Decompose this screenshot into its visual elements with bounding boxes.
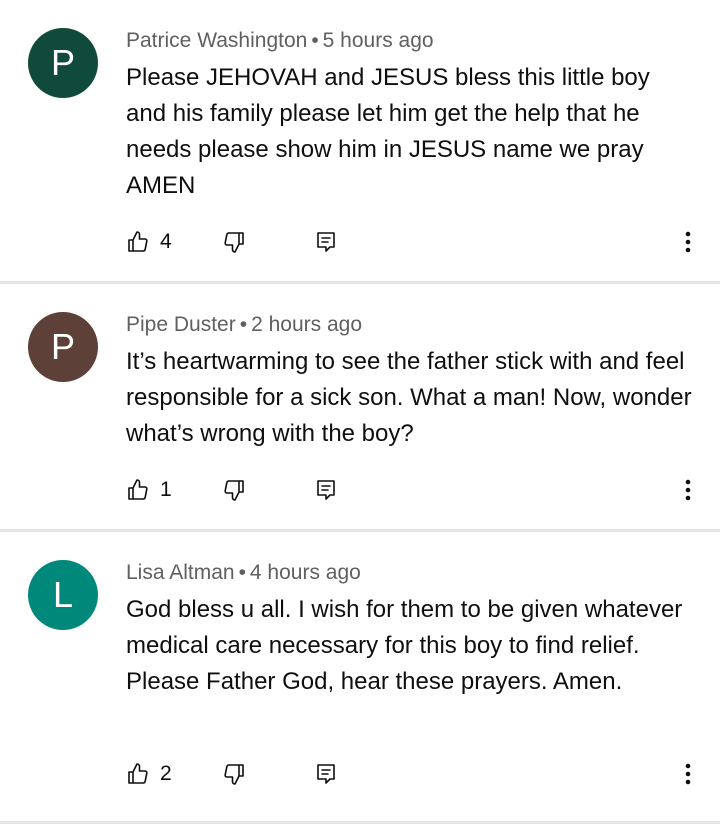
thumbs-down-icon [222, 762, 246, 786]
thumbs-up-icon [126, 762, 150, 786]
like-count: 4 [160, 230, 172, 253]
thumbs-down-icon [222, 230, 246, 254]
like-button[interactable]: 2 [126, 754, 172, 794]
like-button[interactable]: 4 [126, 222, 172, 262]
comment-text: It’s heartwarming to see the father stic… [126, 348, 692, 447]
comment-item: P Pipe Duster • 2 hours ago It’s heartwarm… [0, 284, 720, 532]
comment-author[interactable]: Pipe Duster [126, 313, 236, 336]
comment-text: Please JEHOVAH and JESUS bless this litt… [126, 64, 650, 199]
comment-time: 4 hours ago [249, 561, 361, 584]
avatar[interactable]: L [28, 560, 98, 630]
comment-item: L Lisa Altman • 4 hours ago God bless u al… [0, 532, 720, 824]
comment-meta: Pipe Duster • 2 hours ago [126, 312, 696, 338]
comment-meta: Patrice Washington • 5 hours ago [126, 28, 696, 54]
like-count: 2 [160, 762, 172, 785]
avatar[interactable]: P [28, 312, 98, 382]
reply-icon [314, 478, 338, 502]
comment-time: 5 hours ago [322, 29, 434, 52]
reply-icon [314, 762, 338, 786]
avatar[interactable]: P [28, 28, 98, 98]
dislike-button[interactable] [222, 754, 246, 794]
like-count: 1 [160, 478, 172, 501]
meta-separator: • [239, 313, 248, 336]
comment-time: 2 hours ago [251, 313, 362, 336]
more-vert-icon[interactable] [668, 470, 708, 510]
more-vert-icon[interactable] [668, 222, 708, 262]
thumbs-up-icon [126, 230, 150, 254]
reply-button[interactable] [314, 222, 338, 262]
avatar-letter: L [52, 574, 74, 615]
avatar-letter: P [50, 326, 75, 367]
reply-button[interactable] [314, 470, 338, 510]
comment-author[interactable]: Lisa Altman [126, 561, 235, 584]
more-vert-icon[interactable] [668, 754, 708, 794]
like-button[interactable]: 1 [126, 470, 172, 510]
comment-item: P Patrice Washington • 5 hours ago Please … [0, 0, 720, 284]
reply-button[interactable] [314, 754, 338, 794]
reply-icon [314, 230, 338, 254]
meta-separator: • [238, 561, 246, 584]
dislike-button[interactable] [222, 222, 246, 262]
thumbs-down-icon [222, 478, 246, 502]
comment-text: God bless u all. I wish for them to be g… [126, 596, 683, 695]
meta-separator: • [311, 29, 319, 52]
dislike-button[interactable] [222, 470, 246, 510]
thumbs-up-icon [126, 478, 150, 502]
avatar-letter: P [50, 42, 75, 83]
comment-author[interactable]: Patrice Washington [126, 29, 307, 52]
comment-meta: Lisa Altman • 4 hours ago [126, 560, 696, 586]
